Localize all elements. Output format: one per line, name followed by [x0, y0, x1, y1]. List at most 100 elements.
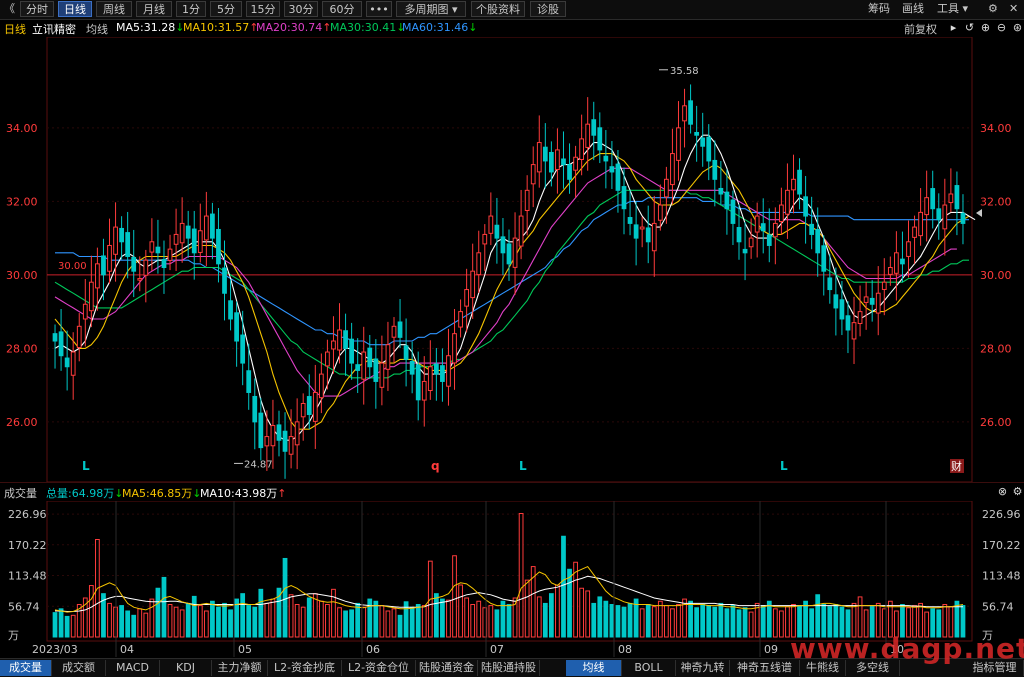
candle-body[interactable]: [421, 380, 427, 401]
event-marker[interactable]: L: [519, 459, 527, 473]
candle-body[interactable]: [748, 237, 754, 248]
candle-body[interactable]: [276, 424, 282, 441]
candle-body[interactable]: [349, 338, 354, 364]
volume-bar[interactable]: [125, 610, 131, 638]
candle-body[interactable]: [397, 321, 403, 338]
candle-body[interactable]: [440, 365, 445, 382]
candle-body[interactable]: [827, 277, 833, 291]
volume-bar[interactable]: [452, 555, 457, 638]
volume-bar[interactable]: [58, 608, 64, 638]
candle-body[interactable]: [76, 325, 82, 349]
volume-bar[interactable]: [657, 600, 663, 638]
volume-bar[interactable]: [373, 600, 379, 638]
candle-body[interactable]: [954, 185, 960, 210]
volume-bar[interactable]: [282, 557, 288, 638]
candle-body[interactable]: [512, 237, 518, 268]
candle-body[interactable]: [869, 297, 875, 305]
candle-body[interactable]: [845, 315, 851, 331]
volume-bar[interactable]: [518, 513, 524, 638]
candle-body[interactable]: [591, 119, 597, 136]
candle-body[interactable]: [573, 156, 578, 171]
candle-body[interactable]: [113, 226, 118, 255]
candle-body[interactable]: [197, 230, 203, 253]
volume-bar[interactable]: [355, 602, 361, 638]
candle-body[interactable]: [222, 267, 227, 294]
candle-body[interactable]: [52, 333, 58, 342]
overlay-tab[interactable]: 神奇九转: [676, 660, 730, 676]
volume-bar[interactable]: [760, 605, 766, 638]
candle-body[interactable]: [730, 199, 736, 224]
candle-body[interactable]: [361, 351, 367, 380]
candle-body[interactable]: [282, 430, 288, 452]
volume-bar[interactable]: [488, 605, 494, 638]
minus-icon[interactable]: ▸: [947, 21, 960, 34]
candle-body[interactable]: [918, 211, 923, 237]
candle-body[interactable]: [815, 228, 821, 254]
candle-body[interactable]: [125, 232, 131, 257]
candle-body[interactable]: [82, 303, 88, 320]
volume-bar[interactable]: [240, 593, 246, 638]
candle-body[interactable]: [143, 259, 149, 276]
candle-body[interactable]: [603, 155, 609, 162]
ma-label[interactable]: 均线: [86, 21, 108, 37]
candle-body[interactable]: [585, 123, 591, 148]
candle-body[interactable]: [488, 215, 494, 234]
candle-body[interactable]: [530, 164, 536, 185]
candle-body[interactable]: [179, 222, 185, 244]
volume-bar[interactable]: [688, 600, 693, 638]
candle-body[interactable]: [470, 270, 476, 299]
volume-bar[interactable]: [736, 609, 742, 638]
candle-body[interactable]: [712, 159, 718, 180]
candle-body[interactable]: [772, 222, 778, 238]
candle-body[interactable]: [137, 278, 143, 281]
candle-body[interactable]: [270, 425, 276, 447]
candle-body[interactable]: [797, 169, 802, 195]
volume-bar[interactable]: [603, 600, 609, 638]
volume-bar[interactable]: [536, 596, 542, 638]
tools-menu[interactable]: 工具 ▾: [937, 1, 968, 17]
candle-body[interactable]: [288, 436, 294, 455]
candle-body[interactable]: [234, 312, 239, 342]
volume-bar[interactable]: [712, 606, 718, 638]
candle-body[interactable]: [131, 256, 137, 272]
volume-bar[interactable]: [88, 585, 94, 638]
candle-body[interactable]: [524, 189, 530, 211]
volume-bar[interactable]: [555, 584, 560, 638]
volume-bar[interactable]: [409, 606, 415, 638]
candle-body[interactable]: [676, 127, 681, 161]
candle-body[interactable]: [355, 364, 361, 371]
volume-bar[interactable]: [318, 600, 324, 638]
volume-bar[interactable]: [288, 594, 294, 638]
volume-bar[interactable]: [228, 609, 233, 638]
candle-body[interactable]: [894, 252, 899, 274]
volume-bar[interactable]: [561, 535, 566, 638]
candle-body[interactable]: [264, 436, 270, 447]
volume-bar[interactable]: [270, 598, 276, 638]
volume-bar[interactable]: [379, 605, 385, 638]
zoom-in-icon[interactable]: ⊕: [979, 21, 992, 34]
volume-bar[interactable]: [367, 598, 373, 638]
candle-body[interactable]: [785, 189, 790, 215]
candle-body[interactable]: [119, 227, 124, 243]
volume-bar[interactable]: [276, 587, 282, 638]
overlay-tab[interactable]: 均线: [566, 660, 622, 676]
period-button[interactable]: 月线: [136, 1, 172, 17]
period-button[interactable]: 1分: [176, 1, 206, 17]
candle-body[interactable]: [70, 351, 76, 376]
candle-body[interactable]: [446, 355, 451, 387]
volume-bar[interactable]: [446, 599, 451, 638]
volume-bar[interactable]: [645, 604, 651, 638]
candle-body[interactable]: [754, 215, 760, 233]
candle-body[interactable]: [760, 223, 766, 232]
volume-bar[interactable]: [506, 604, 512, 638]
period-button[interactable]: 30分: [284, 1, 318, 17]
period-button[interactable]: 周线: [96, 1, 132, 17]
candle-body[interactable]: [167, 248, 173, 261]
candle-body[interactable]: [906, 241, 911, 257]
candle-body[interactable]: [657, 204, 663, 221]
candle-body[interactable]: [325, 351, 330, 367]
candle-body[interactable]: [900, 258, 905, 265]
volume-bar[interactable]: [857, 596, 863, 638]
volume-bar[interactable]: [197, 605, 203, 638]
candle-body[interactable]: [766, 234, 772, 246]
